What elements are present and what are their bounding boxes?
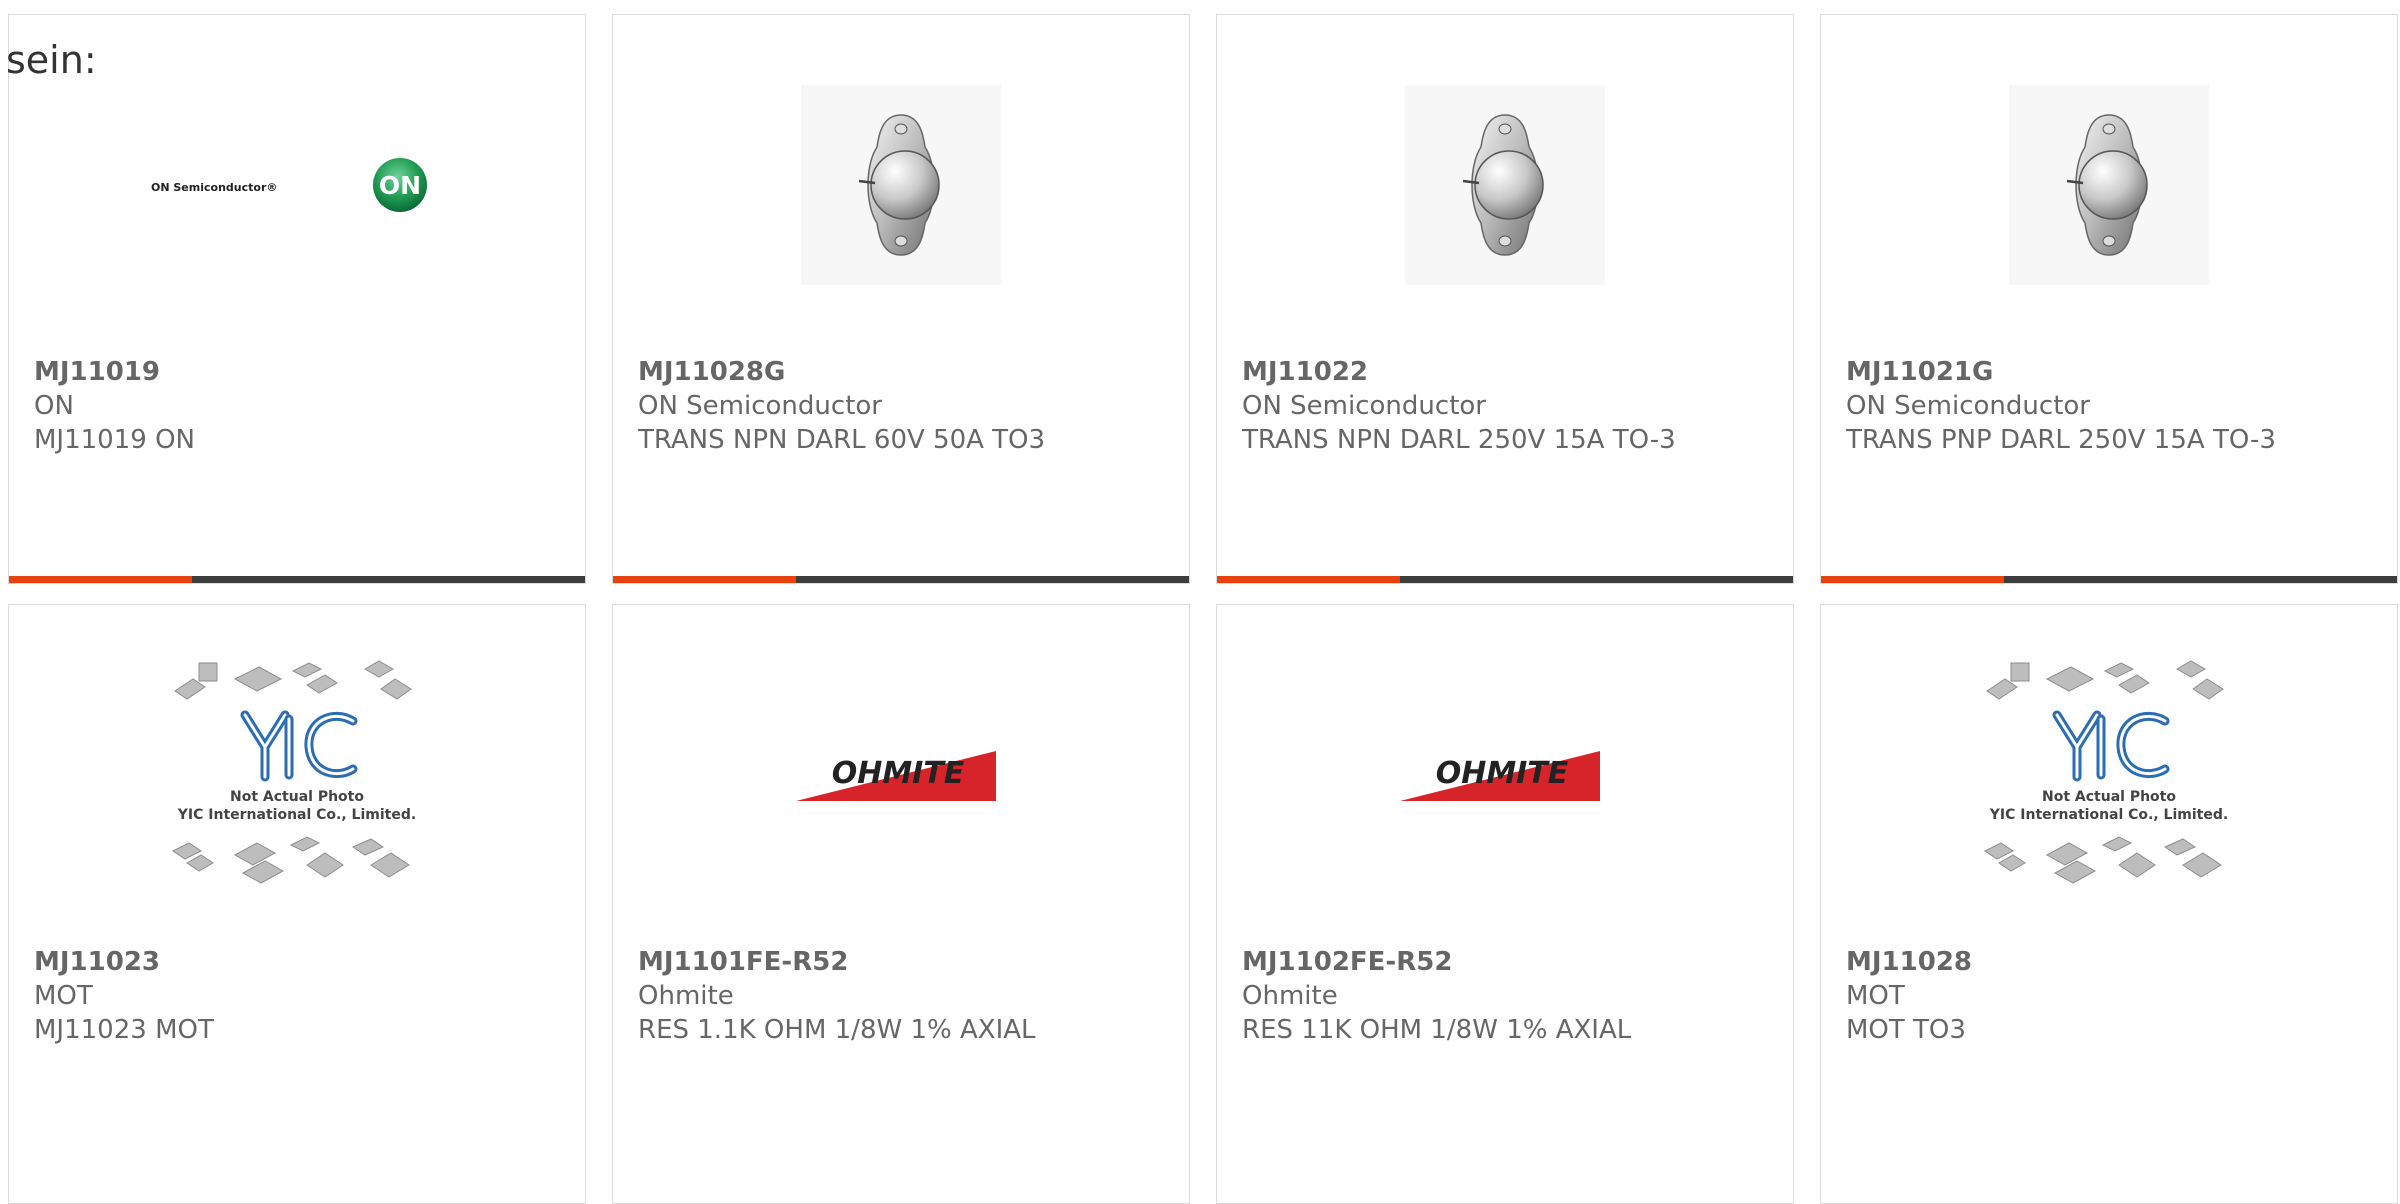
description: MJ11019 ON [34,425,195,455]
yic-placeholder-image: Not Actual Photo YIC International Co., … [1984,660,2228,884]
description: MJ11023 MOT [34,1015,214,1045]
part-number[interactable]: MJ11019 [34,355,575,389]
part-number[interactable]: MJ1101FE-R52 [638,945,1179,979]
product-card[interactable]: OHMITE MJ1102FE-R52 Ohmite RES 11K OHM 1… [1216,604,1794,1204]
svg-text:YIC International Co., Limited: YIC International Co., Limited. [177,807,416,823]
on-semiconductor-logo: ON Semiconductor® ON [151,158,427,212]
card-bar [1821,576,2397,583]
product-card[interactable]: MJ11021G ON Semiconductor TRANS PNP DARL… [1820,14,2398,584]
part-number[interactable]: MJ11021G [1846,355,2387,389]
manufacturer: ON [34,391,74,421]
svg-text:ON: ON [379,171,421,200]
part-number[interactable]: MJ11028 [1846,945,2387,979]
product-image: OHMITE [1217,605,1793,945]
product-card[interactable]: OHMITE MJ1101FE-R52 Ohmite RES 1.1K OHM … [612,604,1190,1204]
product-card[interactable]: MJ11022 ON Semiconductor TRANS NPN DARL … [1216,14,1794,584]
manufacturer: ON Semiconductor [1846,391,2090,421]
card-bar-accent [1217,576,1400,583]
product-image [1821,15,2397,355]
product-image: Not Actual Photo YIC International Co., … [9,605,585,945]
description: RES 11K OHM 1/8W 1% AXIAL [1242,1015,1632,1045]
transistor-image [801,85,1001,285]
card-bar-accent [1821,576,2004,583]
card-bar-accent [613,576,796,583]
product-image [613,15,1189,355]
yic-placeholder-image: Not Actual Photo YIC International Co., … [172,660,416,884]
svg-text:OHMITE: OHMITE [1436,756,1569,791]
part-number[interactable]: MJ11023 [34,945,575,979]
description: RES 1.1K OHM 1/8W 1% AXIAL [638,1015,1036,1045]
ohmite-logo: OHMITE [1400,751,1600,801]
svg-text:OHMITE: OHMITE [832,756,965,791]
card-bar [1217,576,1793,583]
svg-text:YIC International Co., Limited: YIC International Co., Limited. [1989,807,2228,823]
card-bar-accent [9,576,192,583]
transistor-image [1405,85,1605,285]
ohmite-logo: OHMITE [796,751,996,801]
svg-text:Not Actual Photo: Not Actual Photo [2042,789,2176,805]
description: TRANS NPN DARL 250V 15A TO-3 [1242,425,1676,455]
part-number[interactable]: MJ11028G [638,355,1179,389]
description: MOT TO3 [1846,1015,1966,1045]
card-bar [9,576,585,583]
svg-text:Not Actual Photo: Not Actual Photo [230,789,364,805]
manufacturer: ON Semiconductor [1242,391,1486,421]
product-card[interactable]: ON Semiconductor® ON MJ11019 ON MJ11019 … [8,14,586,584]
description: TRANS NPN DARL 60V 50A TO3 [638,425,1046,455]
description: TRANS PNP DARL 250V 15A TO-3 [1846,425,2276,455]
part-number[interactable]: MJ1102FE-R52 [1242,945,1783,979]
manufacturer: Ohmite [638,981,734,1011]
manufacturer: MOT [1846,981,1905,1011]
manufacturer: ON Semiconductor [638,391,882,421]
product-card[interactable]: MJ11028G ON Semiconductor TRANS NPN DARL… [612,14,1190,584]
product-card[interactable]: Not Actual Photo YIC International Co., … [1820,604,2398,1204]
manufacturer: Ohmite [1242,981,1338,1011]
product-image: OHMITE [613,605,1189,945]
product-card[interactable]: Not Actual Photo YIC International Co., … [8,604,586,1204]
manufacturer: MOT [34,981,93,1011]
product-image: Not Actual Photo YIC International Co., … [1821,605,2397,945]
leftover-text: sein: [6,38,97,82]
product-image [1217,15,1793,355]
part-number[interactable]: MJ11022 [1242,355,1783,389]
transistor-image [2009,85,2209,285]
svg-text:ON Semiconductor®: ON Semiconductor® [151,181,277,194]
card-bar [613,576,1189,583]
